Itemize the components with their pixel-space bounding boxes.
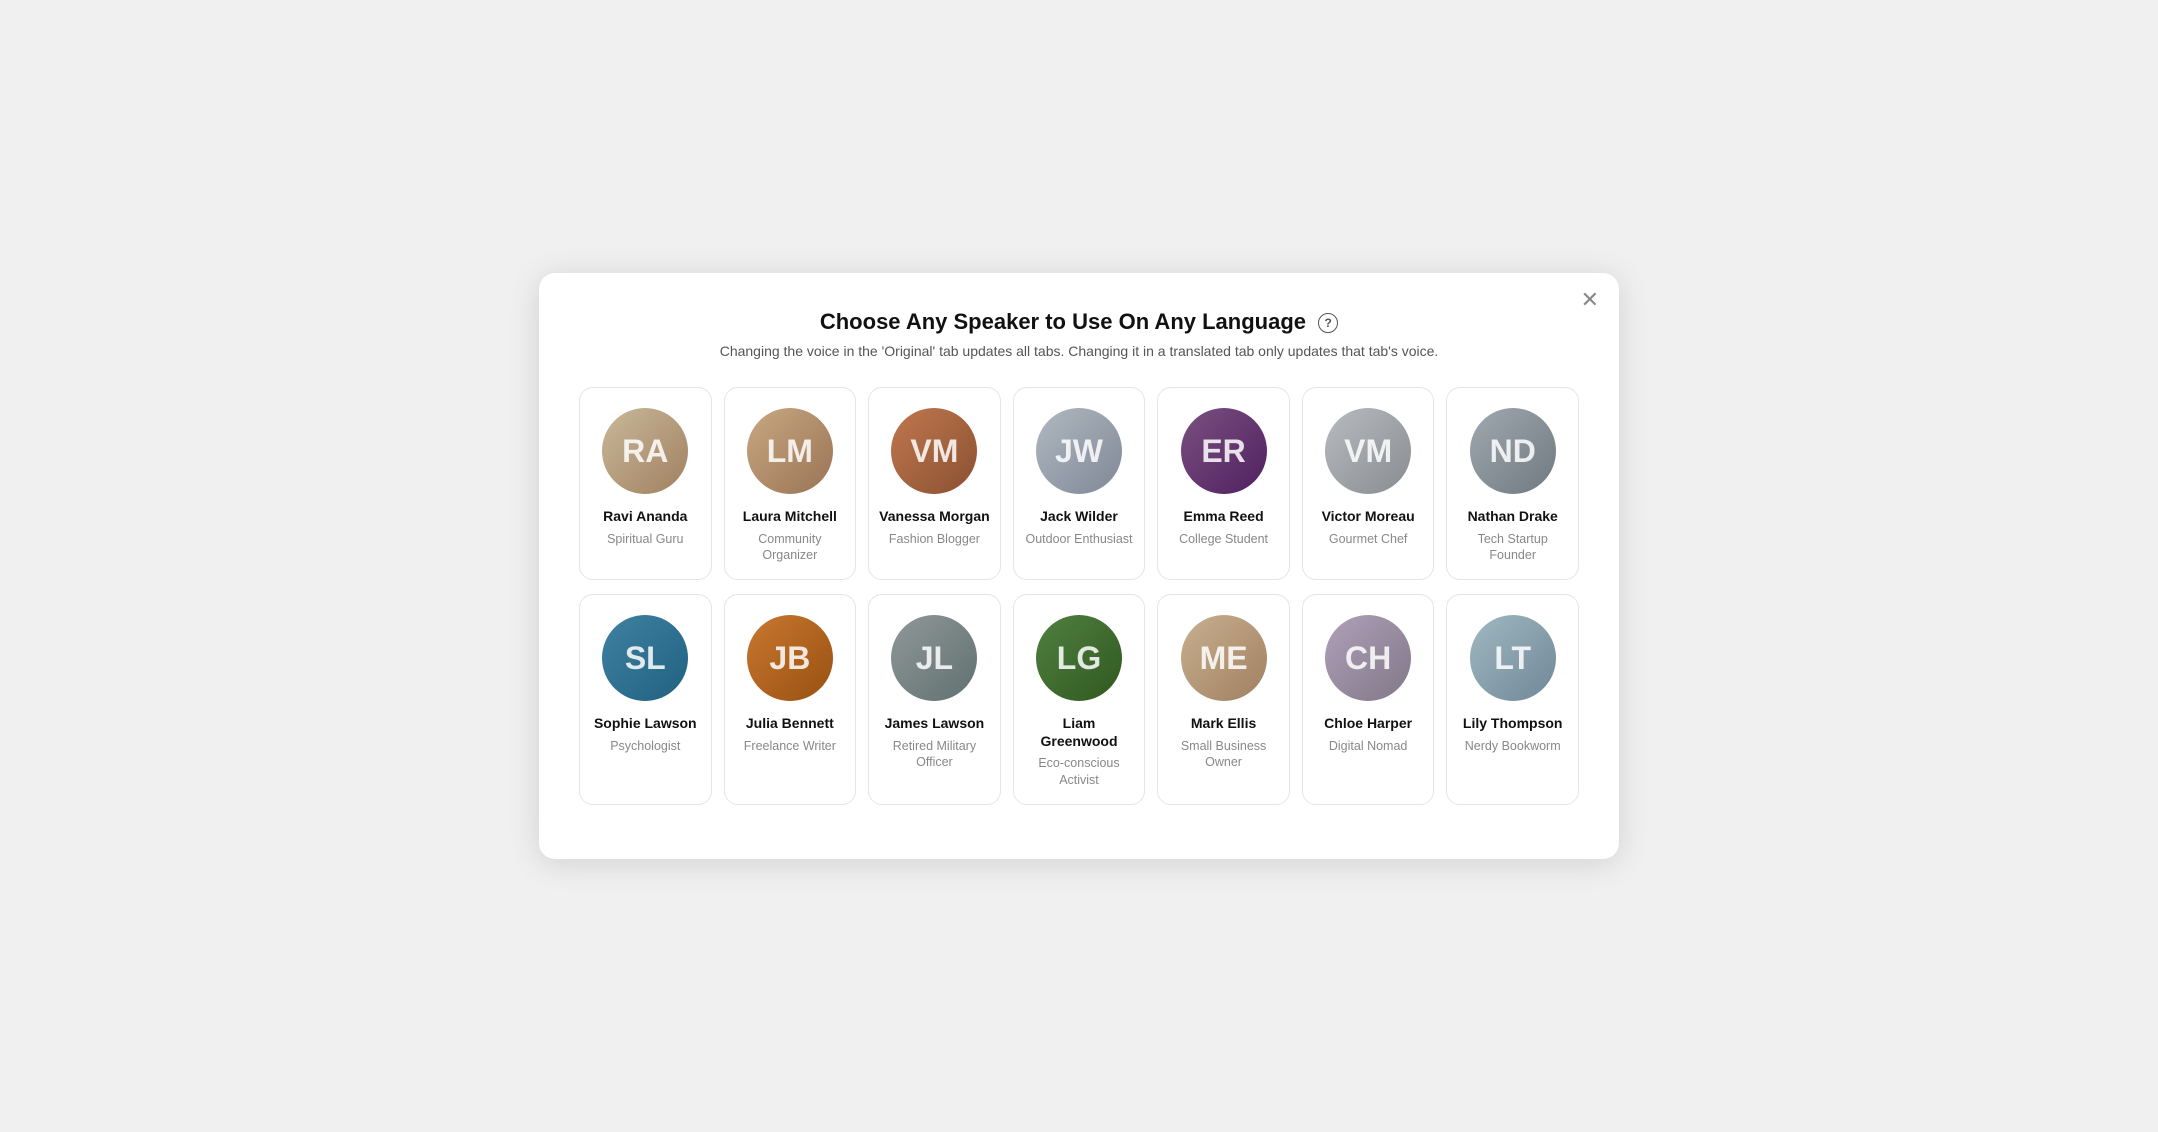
modal-title: Choose Any Speaker to Use On Any Languag… bbox=[579, 309, 1579, 335]
avatar-jack: JW bbox=[1036, 408, 1122, 494]
avatar-initials-chloe: CH bbox=[1345, 640, 1391, 677]
speaker-name-jack: Jack Wilder bbox=[1040, 508, 1118, 526]
speaker-role-ravi: Spiritual Guru bbox=[607, 531, 683, 547]
speaker-card-mark[interactable]: ME Mark Ellis Small Business Owner bbox=[1157, 594, 1290, 805]
avatar-sophie: SL bbox=[602, 615, 688, 701]
avatar-initials-vanessa: VM bbox=[910, 433, 958, 470]
avatar-initials-sophie: SL bbox=[625, 640, 666, 677]
speaker-name-james: James Lawson bbox=[885, 715, 985, 733]
avatar-initials-lily: LT bbox=[1494, 640, 1531, 677]
speaker-role-lily: Nerdy Bookworm bbox=[1465, 738, 1561, 754]
avatar-laura: LM bbox=[747, 408, 833, 494]
avatar-liam: LG bbox=[1036, 615, 1122, 701]
speaker-name-lily: Lily Thompson bbox=[1463, 715, 1563, 733]
avatar-julia: JB bbox=[747, 615, 833, 701]
speaker-card-vanessa[interactable]: VM Vanessa Morgan Fashion Blogger bbox=[868, 387, 1001, 580]
speaker-card-nathan[interactable]: ND Nathan Drake Tech Startup Founder bbox=[1446, 387, 1579, 580]
speaker-name-chloe: Chloe Harper bbox=[1324, 715, 1412, 733]
speaker-selection-modal: ✕ Choose Any Speaker to Use On Any Langu… bbox=[539, 273, 1619, 859]
speakers-row-2: SL Sophie Lawson Psychologist JB Julia Benne… bbox=[579, 594, 1579, 805]
avatar-initials-laura: LM bbox=[767, 433, 813, 470]
speaker-role-emma: College Student bbox=[1179, 531, 1268, 547]
speaker-role-laura: Community Organizer bbox=[735, 531, 846, 564]
speaker-role-julia: Freelance Writer bbox=[744, 738, 836, 754]
avatar-initials-nathan: ND bbox=[1490, 433, 1536, 470]
speaker-name-mark: Mark Ellis bbox=[1191, 715, 1256, 733]
avatar-initials-emma: ER bbox=[1201, 433, 1245, 470]
speaker-card-chloe[interactable]: CH Chloe Harper Digital Nomad bbox=[1302, 594, 1435, 805]
speaker-card-sophie[interactable]: SL Sophie Lawson Psychologist bbox=[579, 594, 712, 805]
avatar-initials-mark: ME bbox=[1200, 640, 1248, 677]
speaker-card-julia[interactable]: JB Julia Bennett Freelance Writer bbox=[724, 594, 857, 805]
help-icon[interactable]: ? bbox=[1318, 313, 1338, 333]
avatar-initials-jack: JW bbox=[1055, 433, 1103, 470]
close-button[interactable]: ✕ bbox=[1581, 289, 1599, 311]
speaker-role-liam: Eco-conscious Activist bbox=[1024, 755, 1135, 788]
speaker-role-james: Retired Military Officer bbox=[879, 738, 990, 771]
avatar-initials-victor: VM bbox=[1344, 433, 1392, 470]
speaker-role-chloe: Digital Nomad bbox=[1329, 738, 1408, 754]
speaker-role-victor: Gourmet Chef bbox=[1329, 531, 1408, 547]
speaker-role-vanessa: Fashion Blogger bbox=[889, 531, 980, 547]
avatar-victor: VM bbox=[1325, 408, 1411, 494]
avatar-initials-liam: LG bbox=[1057, 640, 1101, 677]
speaker-role-jack: Outdoor Enthusiast bbox=[1025, 531, 1132, 547]
speaker-name-liam: Liam Greenwood bbox=[1024, 715, 1135, 750]
speaker-name-emma: Emma Reed bbox=[1183, 508, 1263, 526]
speaker-name-nathan: Nathan Drake bbox=[1468, 508, 1558, 526]
avatar-mark: ME bbox=[1181, 615, 1267, 701]
speaker-card-jack[interactable]: JW Jack Wilder Outdoor Enthusiast bbox=[1013, 387, 1146, 580]
speaker-name-vanessa: Vanessa Morgan bbox=[879, 508, 990, 526]
modal-subtitle: Changing the voice in the 'Original' tab… bbox=[579, 343, 1579, 359]
avatar-nathan: ND bbox=[1470, 408, 1556, 494]
avatar-james: JL bbox=[891, 615, 977, 701]
speaker-role-mark: Small Business Owner bbox=[1168, 738, 1279, 771]
avatar-ravi: RA bbox=[602, 408, 688, 494]
avatar-initials-james: JL bbox=[916, 640, 953, 677]
avatar-initials-ravi: RA bbox=[622, 433, 668, 470]
avatar-vanessa: VM bbox=[891, 408, 977, 494]
avatar-chloe: CH bbox=[1325, 615, 1411, 701]
speaker-card-emma[interactable]: ER Emma Reed College Student bbox=[1157, 387, 1290, 580]
speaker-role-sophie: Psychologist bbox=[610, 738, 680, 754]
avatar-initials-julia: JB bbox=[769, 640, 810, 677]
avatar-lily: LT bbox=[1470, 615, 1556, 701]
speaker-card-liam[interactable]: LG Liam Greenwood Eco-conscious Activist bbox=[1013, 594, 1146, 805]
speaker-card-lily[interactable]: LT Lily Thompson Nerdy Bookworm bbox=[1446, 594, 1579, 805]
speaker-name-sophie: Sophie Lawson bbox=[594, 715, 697, 733]
speaker-card-james[interactable]: JL James Lawson Retired Military Officer bbox=[868, 594, 1001, 805]
speaker-name-julia: Julia Bennett bbox=[746, 715, 834, 733]
speaker-card-ravi[interactable]: RA Ravi Ananda Spiritual Guru bbox=[579, 387, 712, 580]
speaker-card-laura[interactable]: LM Laura Mitchell Community Organizer bbox=[724, 387, 857, 580]
speaker-card-victor[interactable]: VM Victor Moreau Gourmet Chef bbox=[1302, 387, 1435, 580]
speakers-row-1: RA Ravi Ananda Spiritual Guru LM Laura Mitch… bbox=[579, 387, 1579, 580]
speaker-name-victor: Victor Moreau bbox=[1322, 508, 1415, 526]
speaker-role-nathan: Tech Startup Founder bbox=[1457, 531, 1568, 564]
speaker-name-laura: Laura Mitchell bbox=[743, 508, 837, 526]
speaker-name-ravi: Ravi Ananda bbox=[603, 508, 687, 526]
avatar-emma: ER bbox=[1181, 408, 1267, 494]
